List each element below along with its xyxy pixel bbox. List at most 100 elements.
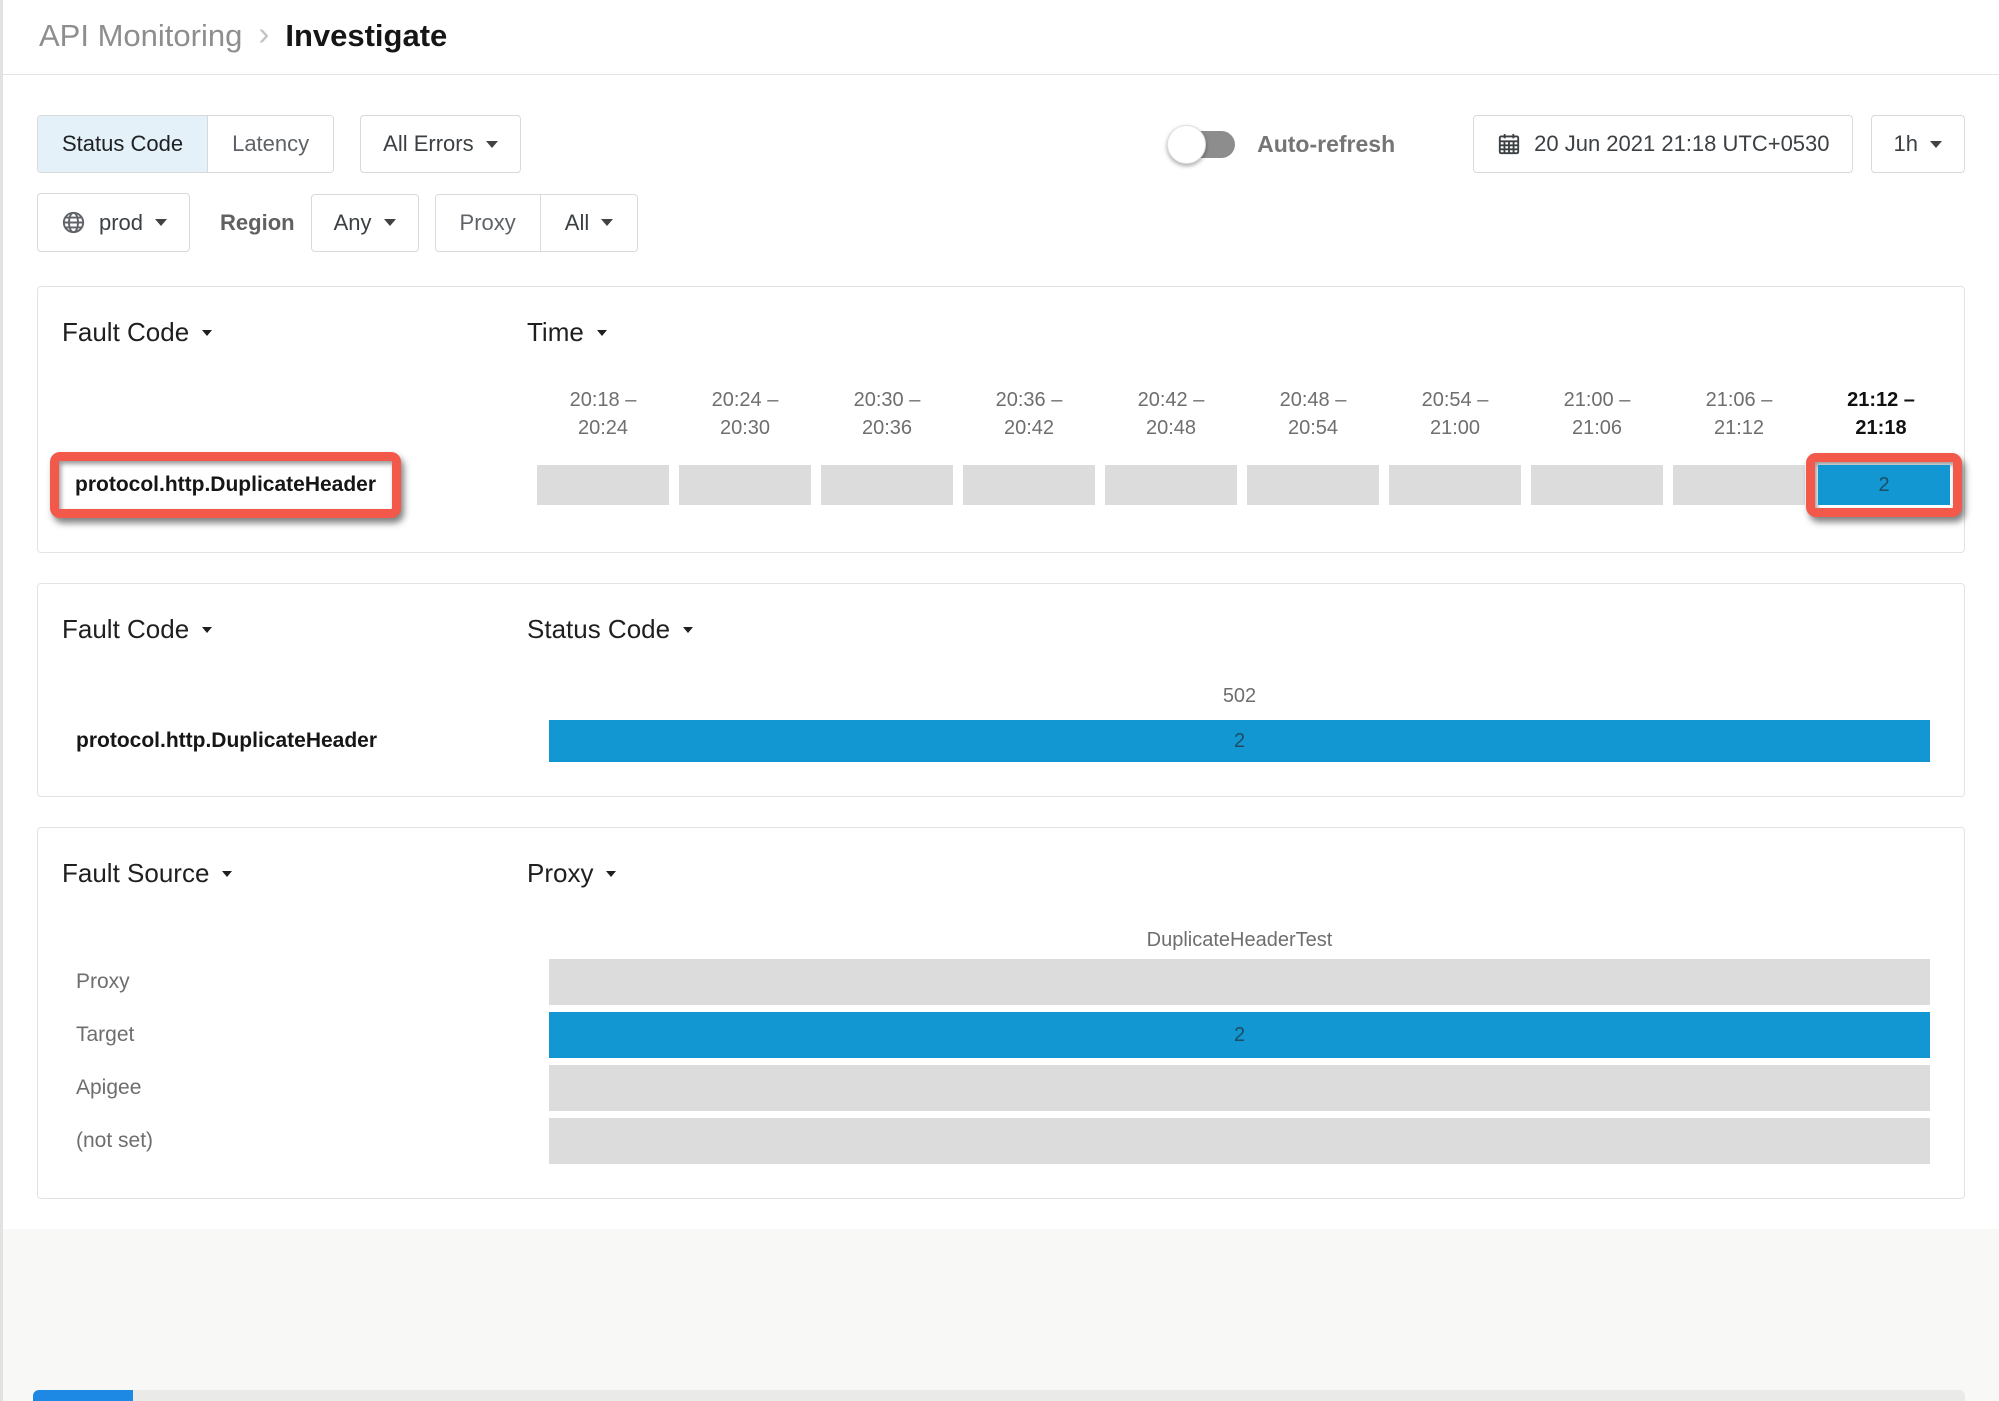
time-bucket-label: 20:36 –20:42 xyxy=(963,386,1095,442)
heatmap-cell[interactable] xyxy=(537,465,669,505)
cutoff-panel-edge xyxy=(33,1390,1965,1401)
source-row-label: Target xyxy=(76,1023,134,1046)
status-col-label: 502 xyxy=(549,685,1930,708)
chevron-down-icon xyxy=(683,627,693,638)
cutoff-blue-element xyxy=(33,1390,133,1401)
chevron-down-icon xyxy=(606,871,616,882)
heatmap-cell[interactable] xyxy=(1105,465,1237,505)
datetime-picker[interactable]: 20 Jun 2021 21:18 UTC+0530 xyxy=(1473,115,1852,173)
heatmap-cell[interactable] xyxy=(1531,465,1663,505)
tab-status-code[interactable]: Status Code xyxy=(38,116,207,172)
time-bucket-label: 20:42 –20:48 xyxy=(1105,386,1237,442)
proxy-filter-group: Proxy All xyxy=(435,194,639,252)
time-bucket-label: 20:24 –20:30 xyxy=(679,386,811,442)
metric-tab-group: Status Code Latency xyxy=(37,115,334,173)
range-dropdown[interactable]: 1h xyxy=(1871,115,1965,173)
region-value: Any xyxy=(334,210,372,236)
annotation-box-active-cell: 2 xyxy=(1806,453,1962,517)
chevron-down-icon xyxy=(202,330,212,341)
col-dimension-selector[interactable]: Proxy xyxy=(527,858,616,889)
chevron-down-icon xyxy=(601,219,613,232)
chevron-down-icon xyxy=(597,330,607,341)
proxy-dropdown[interactable]: All xyxy=(540,195,637,251)
source-bar[interactable] xyxy=(549,959,1930,1005)
chevron-down-icon xyxy=(155,219,167,232)
errors-dropdown[interactable]: All Errors xyxy=(360,115,520,173)
time-bucket-label: 21:06 –21:12 xyxy=(1673,386,1805,442)
source-row: (not set) xyxy=(62,1118,1948,1164)
source-row: Proxy xyxy=(62,959,1948,1005)
breadcrumb: API Monitoring › Investigate xyxy=(39,17,1963,55)
time-bucket-label-selected: 21:12 –21:18 xyxy=(1815,386,1947,442)
cell-value: 2 xyxy=(1878,474,1889,497)
page-title: Investigate xyxy=(285,18,447,54)
panel-fault-source-by-proxy: Fault Source Proxy DuplicateHeaderTest P… xyxy=(37,827,1965,1199)
environment-value: prod xyxy=(99,210,143,236)
chevron-down-icon xyxy=(222,871,232,882)
toggle-knob xyxy=(1167,125,1206,164)
source-bar[interactable] xyxy=(549,1065,1930,1111)
col-dimension-label: Status Code xyxy=(527,614,670,645)
heatmap-cell[interactable] xyxy=(963,465,1095,505)
heatmap-cell[interactable] xyxy=(1389,465,1521,505)
source-row: Target 2 xyxy=(62,1012,1948,1058)
source-row-label: Apigee xyxy=(76,1076,141,1099)
range-value: 1h xyxy=(1894,131,1918,157)
heatmap-cell[interactable] xyxy=(1673,465,1805,505)
heatmap-cell[interactable] xyxy=(679,465,811,505)
fault-code-row-label: protocol.http.DuplicateHeader xyxy=(76,729,377,752)
time-bucket-label: 20:54 –21:00 xyxy=(1389,386,1521,442)
bar-value: 2 xyxy=(1234,730,1245,753)
panel-fault-code-by-status: Fault Code Status Code 502 protocol.http… xyxy=(37,583,1965,797)
time-bucket-label: 20:18 –20:24 xyxy=(537,386,669,442)
source-row-label: Proxy xyxy=(76,970,130,993)
time-bucket-label: 20:48 –20:54 xyxy=(1247,386,1379,442)
row-dimension-selector[interactable]: Fault Code xyxy=(62,614,527,645)
time-bucket-label: 20:30 –20:36 xyxy=(821,386,953,442)
fault-code-row-label: protocol.http.DuplicateHeader xyxy=(75,473,376,496)
row-dimension-selector[interactable]: Fault Source xyxy=(62,858,527,889)
breadcrumb-section[interactable]: API Monitoring xyxy=(39,18,242,54)
col-dimension-selector[interactable]: Time xyxy=(527,317,607,348)
datetime-value: 20 Jun 2021 21:18 UTC+0530 xyxy=(1534,131,1829,157)
chevron-down-icon xyxy=(384,219,396,232)
chevron-down-icon xyxy=(486,141,498,154)
calendar-icon xyxy=(1496,131,1522,157)
time-bucket-label: 21:00 –21:06 xyxy=(1531,386,1663,442)
tab-latency[interactable]: Latency xyxy=(207,116,333,172)
row-dimension-label: Fault Source xyxy=(62,858,209,889)
source-bar[interactable] xyxy=(549,1118,1930,1164)
source-row: Apigee xyxy=(62,1065,1948,1111)
heatmap-row: protocol.http.DuplicateHeader 2 xyxy=(62,452,1948,518)
col-dimension-selector[interactable]: Status Code xyxy=(527,614,693,645)
row-dimension-label: Fault Code xyxy=(62,614,189,645)
chevron-down-icon xyxy=(1930,141,1942,154)
status-bar-row: protocol.http.DuplicateHeader 2 xyxy=(62,720,1948,762)
row-dimension-label: Fault Code xyxy=(62,317,189,348)
source-row-label: (not set) xyxy=(76,1129,153,1152)
source-bar-active[interactable]: 2 xyxy=(549,1012,1930,1058)
bar-value: 2 xyxy=(1234,1024,1245,1047)
footer-background xyxy=(3,1229,1999,1401)
app-header: API Monitoring › Investigate xyxy=(3,0,1999,75)
auto-refresh-label: Auto-refresh xyxy=(1257,131,1395,158)
status-bar[interactable]: 2 xyxy=(549,720,1930,762)
filter-toolbar: Status Code Latency All Errors Auto-refr… xyxy=(3,75,1999,252)
row-dimension-selector[interactable]: Fault Code xyxy=(62,317,527,348)
environment-dropdown[interactable]: prod xyxy=(37,193,190,252)
chevron-down-icon xyxy=(202,627,212,638)
heatmap-cell-active[interactable]: 2 xyxy=(1818,465,1950,505)
proxy-filter-label: Proxy xyxy=(436,195,540,251)
globe-icon xyxy=(60,209,87,236)
heatmap-cell[interactable] xyxy=(1247,465,1379,505)
annotation-box-fault-code: protocol.http.DuplicateHeader xyxy=(50,452,401,518)
region-dropdown[interactable]: Any xyxy=(311,194,419,252)
heatmap-cell[interactable] xyxy=(821,465,953,505)
time-bucket-header: 20:18 –20:24 20:24 –20:30 20:30 –20:36 2… xyxy=(537,386,1948,442)
chevron-right-icon: › xyxy=(258,15,269,53)
auto-refresh-toggle[interactable] xyxy=(1171,131,1235,158)
col-dimension-label: Time xyxy=(527,317,584,348)
panel-fault-code-by-time: Fault Code Time 20:18 –20:24 20:24 –20:3… xyxy=(37,286,1965,553)
errors-dropdown-label: All Errors xyxy=(383,131,473,157)
proxy-value: All xyxy=(565,210,589,236)
